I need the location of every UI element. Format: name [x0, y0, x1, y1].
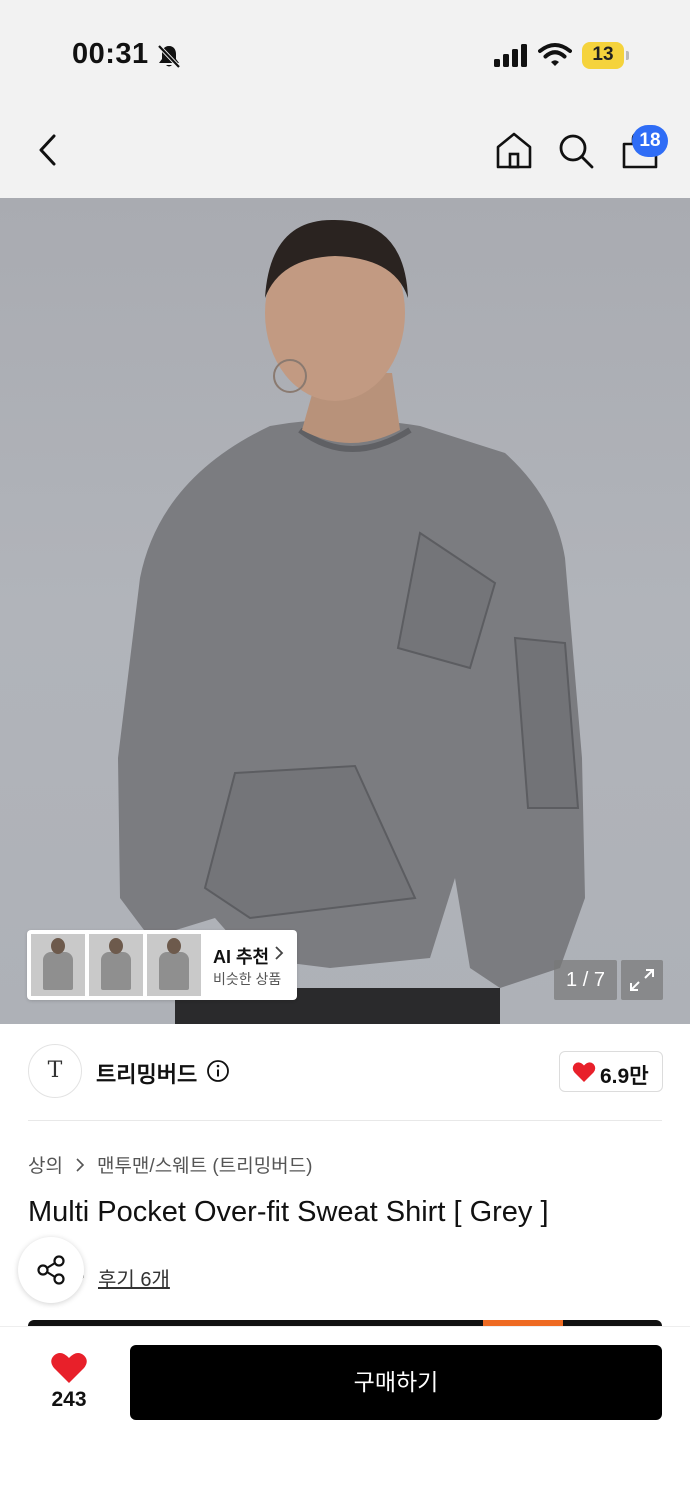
heart-icon	[572, 1062, 596, 1082]
wifi-icon	[538, 43, 572, 66]
signal-icon	[494, 44, 527, 67]
product-title: Multi Pocket Over-fit Sweat Shirt [ Grey…	[28, 1196, 549, 1228]
wishlist-count: 243	[51, 1388, 87, 1411]
breadcrumb-subcategory[interactable]: 맨투맨/스웨트 (트리밍버드)	[97, 1151, 313, 1178]
image-page-indicator: 1 / 7	[554, 960, 617, 1000]
buy-button[interactable]: 구매하기	[130, 1345, 662, 1420]
brand-name[interactable]: 트리밍버드	[96, 1057, 197, 1089]
expand-image-button[interactable]	[621, 960, 663, 1000]
cart-count-badge: 18	[632, 125, 668, 157]
review-count-link[interactable]: 후기 6개	[98, 1263, 170, 1292]
battery-icon: 13	[582, 42, 630, 69]
status-bar: 00:31 13	[0, 0, 690, 100]
brand-logo[interactable]: T	[28, 1044, 82, 1098]
wishlist-heart-icon[interactable]	[50, 1351, 88, 1385]
recommend-thumbnail[interactable]	[31, 934, 85, 996]
divider	[28, 1120, 662, 1121]
brand-like-button[interactable]: 6.9만	[559, 1051, 663, 1092]
ai-recommend-subtitle: 비슷한 상품	[213, 971, 282, 987]
brand-logo-text: T	[47, 1058, 63, 1083]
brand-like-count: 6.9만	[600, 1065, 649, 1088]
share-button[interactable]	[18, 1237, 84, 1303]
breadcrumb-category[interactable]: 상의	[28, 1151, 63, 1178]
share-icon	[37, 1255, 65, 1285]
recommend-thumbnail[interactable]	[89, 934, 143, 996]
recommend-thumbnail[interactable]	[147, 934, 201, 996]
chevron-right-icon	[275, 946, 284, 960]
bell-off-icon	[157, 44, 181, 69]
product-image[interactable]	[0, 198, 690, 1024]
ai-recommend-card[interactable]: AI 추천 비슷한 상품	[27, 930, 297, 1000]
info-icon[interactable]	[206, 1059, 230, 1083]
ai-recommend-title: AI 추천	[213, 947, 270, 967]
search-icon[interactable]	[556, 131, 596, 171]
home-icon[interactable]	[494, 130, 534, 170]
expand-icon	[630, 969, 654, 991]
battery-level: 13	[592, 44, 614, 65]
breadcrumb: 상의 맨투맨/스웨트 (트리밍버드)	[28, 1151, 312, 1178]
chevron-right-icon	[76, 1157, 85, 1172]
product-photo-illustration	[118, 219, 585, 1024]
back-icon[interactable]	[34, 133, 62, 167]
status-time: 00:31	[72, 38, 149, 70]
